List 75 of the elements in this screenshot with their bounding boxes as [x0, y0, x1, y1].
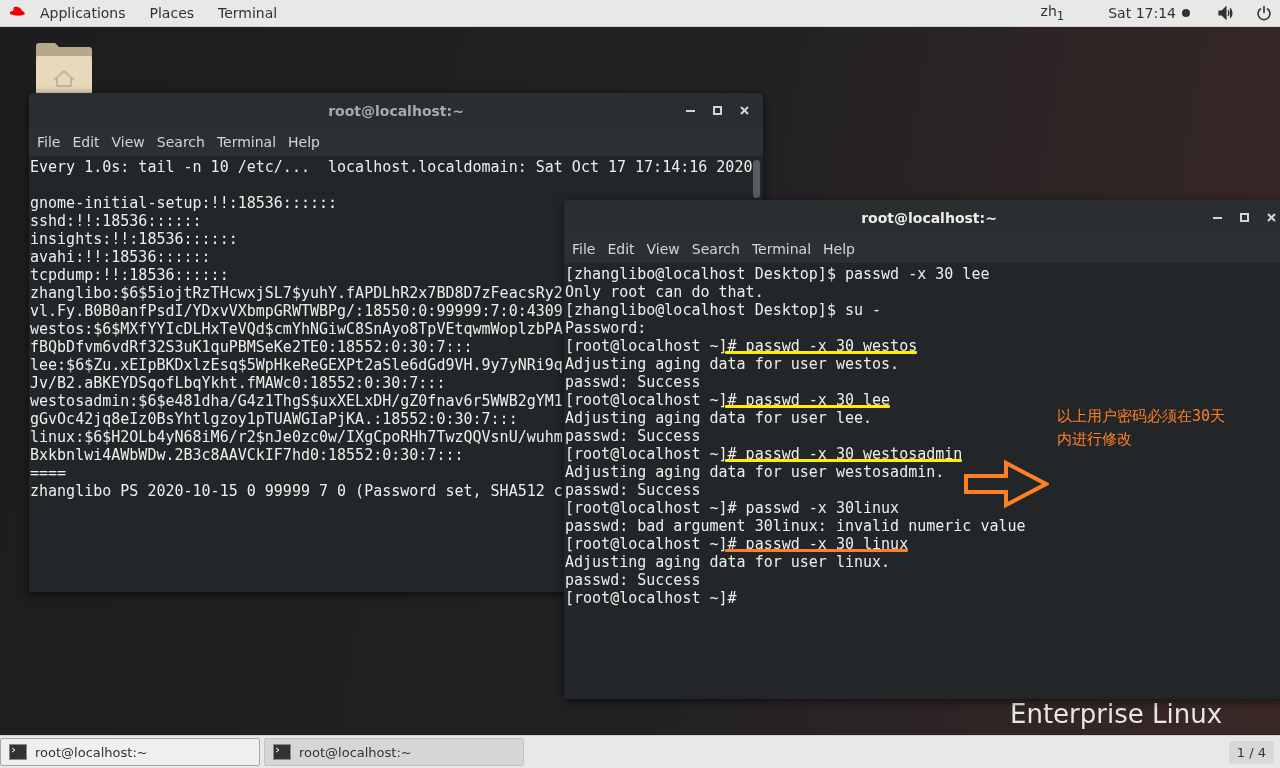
terminal-line: Password:	[565, 319, 647, 337]
menu-item[interactable]: Edit	[66, 134, 106, 150]
clock[interactable]: Sat 17:14	[1098, 5, 1178, 21]
recording-dot-icon	[1182, 9, 1190, 17]
terminal-line: zhanglibo:$6$5iojtRzTHcwxjSL7$yuhY.fAPDLhR2x7BD8D7zFeacsRy2	[30, 284, 563, 302]
terminal-line: linux:$6$H2OLb4yN68iM6/r2$nJe0zc0w/IXgCpoRHh7TwzQQVsnU/wuhm	[30, 428, 563, 446]
terminal-line: passwd: Success	[565, 481, 701, 499]
menu-item[interactable]: View	[640, 241, 686, 257]
background-text: Enterprise Linux	[1010, 701, 1223, 727]
terminal-line: westos:$6$MXfYYIcDLHxTeVQd$cmYhNGiwC8SnAyo8TpVEtqwmWoplzbPA	[30, 320, 563, 338]
scrollbar[interactable]	[753, 160, 760, 198]
terminal-line: passwd: Success	[565, 373, 701, 391]
terminal-line: Bxkbnlwi4AWbWDw.2B3c8AAVCkIF7hd0:18552:0:30:7:::	[30, 446, 464, 464]
window-title: root@localhost:~	[328, 102, 464, 119]
terminal-line: zhanglibo PS 2020-10-15 0 99999 7 0 (Password set, SHA512 c	[30, 482, 563, 500]
maximize-icon[interactable]	[713, 106, 722, 115]
menu-item[interactable]: Terminal	[745, 241, 818, 257]
power-icon[interactable]	[1256, 5, 1272, 21]
terminal-line: Adjusting aging data for user westos.	[565, 355, 900, 373]
maximize-icon[interactable]	[1240, 213, 1249, 222]
terminal-line: [zhanglibo@localhost Desktop]$ su -	[565, 301, 882, 319]
terminal-line: lee:$6$Zu.xEIpBKDxlzEsq$5WpHkeReGEXPt2aSle6dGd9VH.9y7yNRi9q	[30, 356, 563, 374]
terminal-line: [zhanglibo@localhost Desktop]$ passwd -x 30 lee	[565, 265, 990, 283]
terminal-line: Every 1.0s: tail -n 10 /etc/... localhost.localdomain: Sat Oct 17 17:14:16 2020	[30, 158, 753, 176]
terminal-line: gGvOc42jq8eIz0BsYhtlgzoy1pTUAWGIaPjKA.:18552:0:30:7:::	[30, 410, 518, 428]
taskbar-item[interactable]: root@localhost:~	[264, 738, 524, 766]
terminal-line: passwd: Success	[565, 427, 701, 445]
taskbar-item[interactable]: root@localhost:~	[0, 738, 260, 766]
terminal-icon	[273, 744, 291, 760]
terminal-line: insights:!!:18536::::::	[30, 230, 238, 248]
terminal-line: passwd: Success	[565, 571, 701, 589]
menu-item[interactable]: Help	[282, 134, 326, 150]
terminal-line: [root@localhost ~]# passwd -x 30 westos	[565, 337, 918, 355]
menu-item[interactable]: File	[31, 134, 67, 150]
terminal-line: [root@localhost ~]#	[565, 589, 737, 607]
terminal-line: gnome-initial-setup:!!:18536::::::	[30, 194, 338, 212]
terminal-line: [root@localhost ~]# passwd -x 30 lee	[565, 391, 891, 409]
minimize-icon[interactable]	[1213, 216, 1222, 219]
terminal-line: Jv/B2.aBKEYDSqofLbqYkht.fMAWc0:18552:0:30:7:::	[30, 374, 446, 392]
terminal-line: tcpdump:!!:18536::::::	[30, 266, 229, 284]
terminal-line: avahi:!!:18536::::::	[30, 248, 211, 266]
menu-item[interactable]: File	[566, 241, 602, 257]
top-menu[interactable]: Terminal	[208, 5, 288, 21]
terminal-line: ====	[30, 464, 67, 482]
terminal-line: Only root can do that.	[565, 283, 764, 301]
menu-item[interactable]: Terminal	[210, 134, 283, 150]
home-folder-icon[interactable]	[35, 42, 93, 94]
menu-item[interactable]: Edit	[601, 241, 641, 257]
volume-icon[interactable]	[1218, 6, 1234, 20]
terminal-line: Adjusting aging data for user westosadmin.	[565, 463, 945, 481]
workspace-pager[interactable]: 1 / 4	[1228, 740, 1274, 764]
terminal-line: [root@localhost ~]# passwd -x 30linux	[565, 499, 900, 517]
terminal-line: Adjusting aging data for user linux.	[565, 553, 891, 571]
menu-item[interactable]: Search	[150, 134, 211, 150]
input-method[interactable]: zh$_{1}$	[1030, 3, 1075, 23]
terminal-line: fBQbDfvm6vdRf32S3uK1quPBMSeKe2TE0:18552:0:30:7:::	[30, 338, 473, 356]
close-icon[interactable]	[740, 106, 749, 115]
menu-item[interactable]: View	[105, 134, 151, 150]
terminal-line: [root@localhost ~]# passwd -x 30 linux	[565, 535, 909, 553]
top-menu[interactable]: Applications	[30, 5, 136, 21]
window-title: root@localhost:~	[861, 209, 997, 226]
terminal-line: Adjusting aging data for user lee.	[565, 409, 873, 427]
menu-item[interactable]: Help	[817, 241, 861, 257]
top-menu[interactable]: Places	[139, 5, 205, 21]
terminal-line: westosadmin:$6$e481dha/G4z1ThgS$uxXELxDH/gZ0fnav6r5WWB2gYM1	[30, 392, 563, 410]
close-icon[interactable]	[1267, 213, 1276, 222]
terminal-line: passwd: bad argument 30linux: invalid numeric value	[565, 517, 1026, 535]
terminal-line: vl.Fy.B0B0anfPsdI/YDxvVXbmpGRWTWBPg/:18550:0:99999:7:0:4309	[30, 302, 563, 320]
terminal-line: sshd:!!:18536::::::	[30, 212, 202, 230]
annotation-note: 以上用户密码必须在30天内进行修改	[1057, 406, 1227, 450]
minimize-icon[interactable]	[686, 109, 695, 112]
arrow-icon	[963, 460, 1049, 508]
menu-item[interactable]: Search	[685, 241, 746, 257]
terminal-icon	[9, 744, 27, 760]
terminal-line: [root@localhost ~]# passwd -x 30 westosadmin	[565, 445, 963, 463]
